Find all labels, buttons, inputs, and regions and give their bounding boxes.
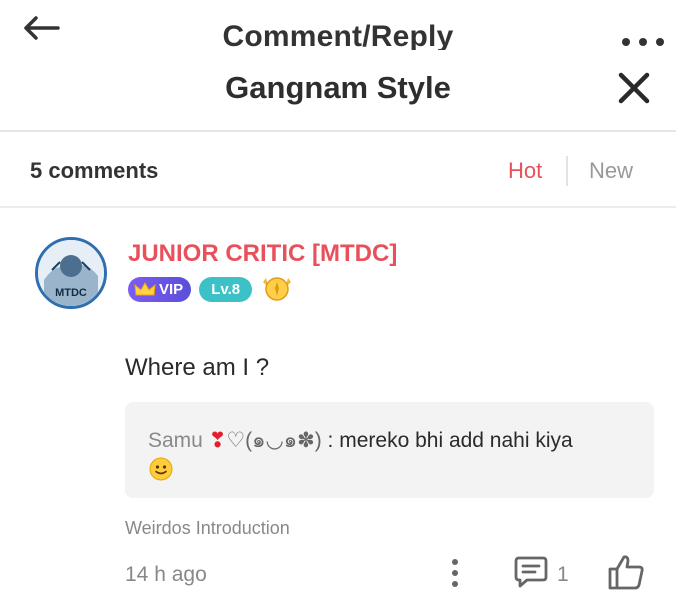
smile-emoji-icon (149, 457, 173, 481)
top-bar: Comment/Reply (0, 0, 676, 50)
like-icon[interactable] (606, 553, 646, 591)
avatar-label: MTDC (55, 287, 87, 299)
comment-count: 5 comments (30, 158, 159, 183)
sort-new-button[interactable]: New (589, 158, 633, 184)
author-name[interactable]: JUNIOR CRITIC [MTDC] (128, 240, 397, 268)
vip-badge: VIP (128, 276, 192, 302)
reply-text: : mereko bhi add nahi kiya (321, 429, 573, 452)
close-icon[interactable] (614, 68, 654, 108)
community-name[interactable]: Weirdos Introduction (125, 518, 290, 539)
avatar[interactable]: MTDC (35, 237, 107, 309)
sort-divider (566, 156, 568, 186)
page-title: Gangnam Style (225, 70, 451, 105)
medal-icon (263, 277, 292, 301)
header: Gangnam Style (0, 50, 676, 132)
heart-emoji: ❣ (208, 429, 227, 452)
reply-decoration: ♡(๑◡๑✽) (226, 429, 322, 452)
badges: VIP Lv.8 (128, 276, 294, 302)
avatar-image: MTDC (38, 240, 104, 306)
comment-text: Where am I ? (125, 354, 270, 381)
kebab-icon[interactable] (447, 556, 463, 590)
comment-icon[interactable] (513, 555, 549, 589)
reply-line: Samu ❣♡(๑◡๑✽) : mereko bhi add nahi kiya (148, 426, 638, 456)
more-icon[interactable] (620, 34, 666, 50)
reply-count: 1 (557, 563, 569, 586)
crown-icon (134, 281, 156, 296)
sort-hot-button[interactable]: Hot (508, 158, 542, 184)
sort-bar: 5 comments Hot New (0, 132, 676, 208)
reply-author: Samu (148, 429, 203, 452)
vip-label: VIP (159, 280, 184, 298)
level-badge: Lv.8 (199, 276, 253, 302)
top-title: Comment/Reply (222, 20, 454, 50)
timestamp: 14 h ago (125, 563, 207, 586)
reply-preview[interactable]: Samu ❣♡(๑◡๑✽) : mereko bhi add nahi kiya (125, 402, 654, 498)
